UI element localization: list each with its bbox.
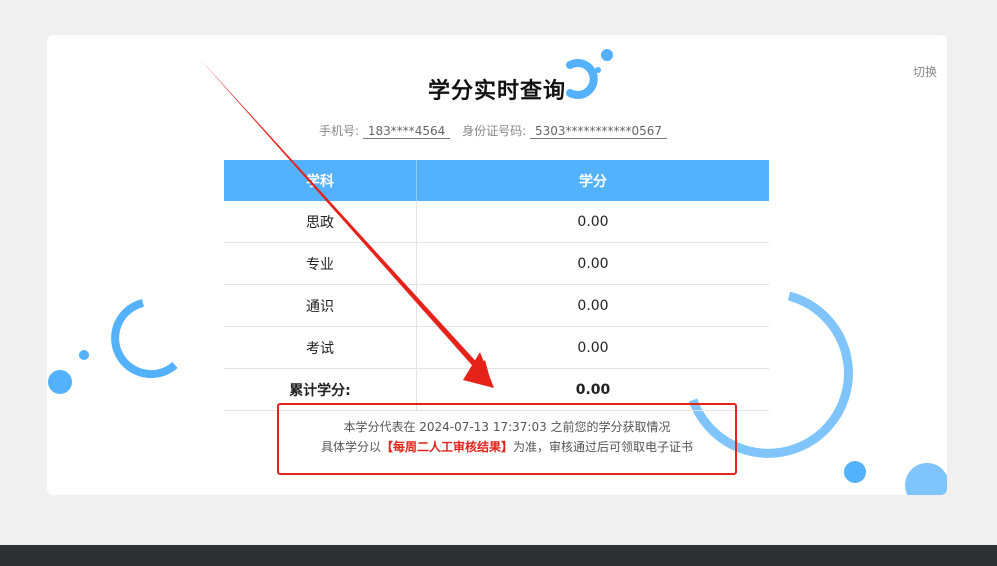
phone-value: 183****4564 [362,124,451,139]
header-credit: 学分 [416,160,769,201]
table-row: 思政 0.00 [224,201,769,243]
subject-cell: 考试 [224,326,417,369]
footer-bar [0,545,997,566]
subject-cell: 专业 [224,242,417,285]
note-line1: 本学分代表在 2024-07-13 17:37:03 之前您的学分获取情况 [343,420,671,434]
user-info: 手机号: 183****4564 身份证号码: 5303***********0… [47,122,947,139]
id-label: 身份证号码: [462,124,527,138]
credit-cell: 0.00 [416,326,769,369]
subject-cell: 通识 [224,284,417,327]
credit-cell: 0.00 [416,242,769,285]
decor-left-circles [48,299,178,394]
subject-cell: 思政 [224,201,417,243]
note-line2: 具体学分以【每周二人工审核结果】为准，审核通过后可领取电子证书 [279,437,735,457]
switch-link[interactable]: 切换 [913,63,937,80]
credit-cell: 0.00 [416,201,769,243]
page-title: 学分实时查询 [427,79,566,104]
table-row: 专业 0.00 [224,242,769,285]
phone-label: 手机号: [318,124,359,138]
table-row: 考试 0.00 [224,326,769,369]
credit-table: 学科 学分 思政 0.00 专业 0.00 通识 0.00 考试 0.00 累计 [224,160,769,411]
note-highlight: 【每周二人工审核结果】 [380,440,513,454]
header-subject: 学科 [224,160,417,201]
note-line2-prefix: 具体学分以 [320,440,381,454]
credit-note: 本学分代表在 2024-07-13 17:37:03 之前您的学分获取情况 具体… [277,403,737,475]
id-value: 5303***********0567 [529,124,668,139]
note-line2-suffix: 为准，审核通过后可领取电子证书 [513,440,694,454]
credit-cell: 0.00 [416,284,769,327]
table-header-row: 学科 学分 [224,160,769,201]
credit-query-card: 学分实时查询 切换 手机号: 183****4564 身份证号码: 5303**… [47,35,947,495]
table-row: 通识 0.00 [224,284,769,327]
